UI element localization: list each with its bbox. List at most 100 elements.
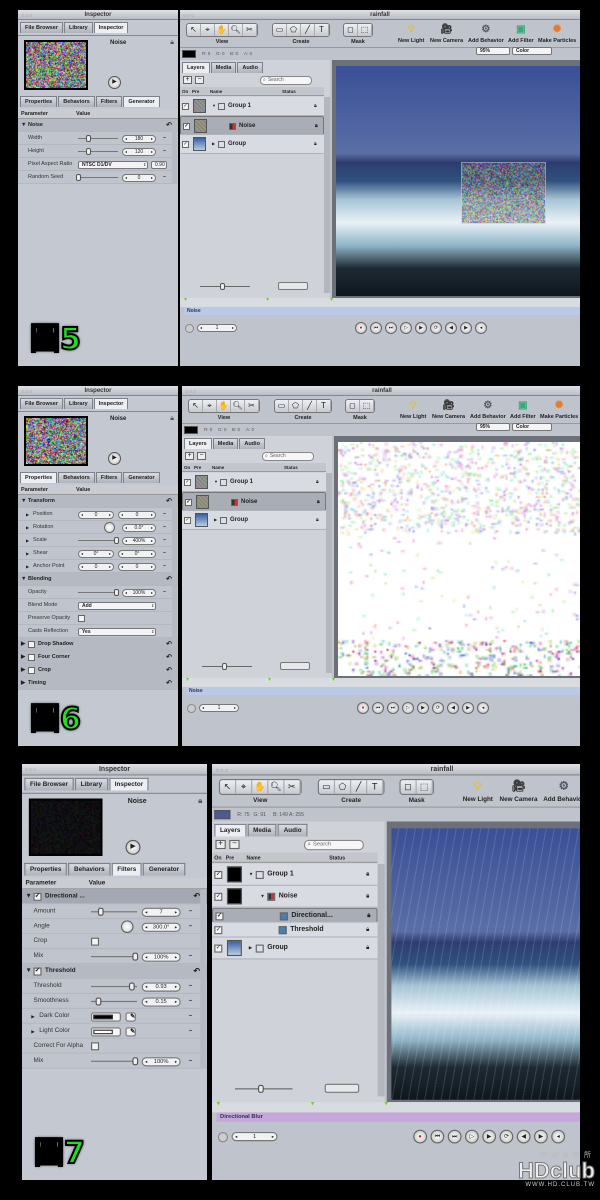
play-button[interactable]: ▶ xyxy=(417,702,429,714)
tab-library[interactable]: Library xyxy=(64,22,93,33)
decrement-arrow[interactable]: ◂ xyxy=(200,325,202,331)
decrement-arrow[interactable]: ◂ xyxy=(145,924,147,931)
frame-field[interactable]: ◂ 1 ▸ xyxy=(232,1132,278,1141)
increment-arrow[interactable]: ▸ xyxy=(109,551,111,557)
lock-icon[interactable]: 🔒︎ xyxy=(316,479,319,485)
lock-icon[interactable]: 🔒︎ xyxy=(170,415,174,423)
transform-tool-icon[interactable]: ⌖ xyxy=(236,780,252,794)
text-tool-icon[interactable]: T xyxy=(317,400,331,412)
play-from-start-button[interactable]: ▷ xyxy=(400,322,412,334)
add-behavior-button[interactable]: ⚙Add Behavior xyxy=(543,778,580,803)
layer-row-directional-[interactable]: ✓ Directional... 🔒︎ xyxy=(212,908,378,923)
subtab-behaviors[interactable]: Behaviors xyxy=(58,96,95,107)
line-tool-icon[interactable]: ╱ xyxy=(301,24,315,36)
angle-dial[interactable] xyxy=(121,920,134,933)
increment-arrow[interactable]: ▸ xyxy=(151,551,153,557)
rectangle-tool-icon[interactable]: ▭ xyxy=(319,780,335,794)
param-row-noise[interactable]: ▼ ↶ Noise xyxy=(18,119,178,132)
layer-enabled-checkbox[interactable]: ✓ xyxy=(185,499,192,506)
layer-size-knob[interactable] xyxy=(222,663,227,670)
layer-row-noise[interactable]: ✓ Noise 🔒︎ xyxy=(182,492,326,511)
window-controls[interactable]: ○○○ xyxy=(21,389,33,395)
subtab-generator[interactable]: Generator xyxy=(123,96,159,107)
bezier-mask-tool-icon[interactable]: ⬚ xyxy=(360,400,374,412)
text-tool-icon[interactable]: T xyxy=(315,24,329,36)
layers-scrollbar[interactable] xyxy=(324,97,330,293)
add-filter-button[interactable]: ▣ Add Filter xyxy=(510,398,536,420)
aspect-value-field[interactable]: 0.90 xyxy=(151,161,167,169)
disclosure-triangle[interactable]: ▼ xyxy=(25,964,31,979)
bezier-mask-tool-icon[interactable]: ⬚ xyxy=(417,780,433,794)
layer-row-group[interactable]: ✓ ▶ Group 🔒︎ xyxy=(182,511,326,530)
disclosure-triangle[interactable]: ▶ xyxy=(26,547,29,560)
remove-layer-button[interactable]: − xyxy=(195,76,204,84)
lock-icon[interactable]: 🔒︎ xyxy=(366,926,369,933)
marker-icon[interactable]: ▾ xyxy=(266,296,269,303)
layers-search-input[interactable]: ⌕ Search xyxy=(260,76,312,85)
field-value[interactable]: 0 xyxy=(95,564,98,570)
lock-icon[interactable]: 🔒︎ xyxy=(367,912,370,919)
value-field[interactable]: ◂ 0 ▸ xyxy=(122,174,156,182)
field-value[interactable]: 1 xyxy=(216,325,219,331)
slider-track[interactable] xyxy=(78,177,118,178)
disclosure-triangle[interactable]: ▼ xyxy=(25,889,31,904)
keyframe-minus[interactable]: – xyxy=(189,1009,193,1024)
decrement-arrow[interactable]: ◂ xyxy=(81,564,83,570)
disclosure-triangle[interactable]: ▼ xyxy=(249,870,254,876)
channel-dropdown[interactable]: Color xyxy=(512,47,552,55)
layer-size-knob[interactable] xyxy=(220,283,225,290)
record-button[interactable]: ● xyxy=(355,322,367,334)
layer-enabled-checkbox[interactable]: ✓ xyxy=(182,103,189,110)
layer-view-buttons[interactable] xyxy=(325,1083,360,1092)
dropdown[interactable]: NTSC D1/DV xyxy=(78,161,148,169)
layer-row-threshold[interactable]: ✓ Threshold 🔒︎ xyxy=(212,923,378,938)
increment-arrow[interactable]: ▸ xyxy=(151,136,153,142)
decrement-arrow[interactable]: ◂ xyxy=(125,525,127,531)
tab-media[interactable]: Media xyxy=(247,824,276,837)
field-value[interactable]: 120 xyxy=(135,149,143,155)
go-to-end-button[interactable]: ⏭ xyxy=(385,322,397,334)
param-row-crop[interactable]: ▶ ↶ Crop xyxy=(18,664,178,677)
subtab-filters[interactable]: Filters xyxy=(96,472,123,483)
select-tool-icon[interactable]: ↖ xyxy=(189,400,203,412)
go-to-start-button[interactable]: ⏮ xyxy=(370,322,382,334)
enable-checkbox[interactable] xyxy=(28,641,35,648)
increment-arrow[interactable]: ▸ xyxy=(151,590,153,596)
decrement-arrow[interactable]: ◂ xyxy=(145,954,147,961)
field-value[interactable]: 0° xyxy=(94,551,99,557)
decrement-arrow[interactable]: ◂ xyxy=(125,149,127,155)
timeline-layer-bar[interactable]: Noise xyxy=(186,687,580,695)
decrement-arrow[interactable]: ◂ xyxy=(235,1133,237,1140)
value-field-y[interactable]: ◂ 0 ▸ xyxy=(118,563,156,571)
enable-checkbox[interactable] xyxy=(28,667,35,674)
layer-row-group[interactable]: ✓ ▶ Group 🔒︎ xyxy=(180,135,324,154)
new-camera-button[interactable]: 🎥︎ New Camera xyxy=(500,778,538,803)
increment-arrow[interactable]: ▸ xyxy=(151,512,153,518)
play-from-start-button[interactable]: ▷ xyxy=(465,1129,479,1143)
increment-arrow[interactable]: ▸ xyxy=(175,909,177,916)
keyframe-minus[interactable]: – xyxy=(163,171,166,184)
adjust-tool-icon[interactable]: ✂ xyxy=(245,400,259,412)
dropdown[interactable]: Add xyxy=(78,602,156,610)
subtab-properties[interactable]: Properties xyxy=(24,863,67,876)
field-value[interactable]: 0.15 xyxy=(156,999,167,1006)
field-value[interactable]: 7 xyxy=(160,909,163,916)
subtab-behaviors[interactable]: Behaviors xyxy=(68,863,110,876)
pan-tool-icon[interactable]: ✋ xyxy=(215,24,229,36)
rect-mask-tool-icon[interactable]: ◻ xyxy=(346,400,360,412)
increment-arrow[interactable]: ▸ xyxy=(175,924,177,931)
layer-view-buttons[interactable] xyxy=(278,282,308,290)
lock-icon[interactable]: 🔒︎ xyxy=(366,944,369,951)
add-layer-button[interactable]: + xyxy=(185,452,194,460)
tab-layers[interactable]: Layers xyxy=(184,438,212,449)
decrement-arrow[interactable]: ◂ xyxy=(81,551,83,557)
field-value[interactable]: 0 xyxy=(138,175,141,181)
slider-knob[interactable] xyxy=(76,174,81,181)
disclosure-triangle[interactable]: ▶ xyxy=(26,508,29,521)
frame-jog-icon[interactable] xyxy=(218,1132,228,1142)
field-value[interactable]: 180 xyxy=(135,136,143,142)
noise-layer[interactable] xyxy=(338,442,580,676)
keyframe-minus[interactable]: – xyxy=(163,534,166,547)
layer-row-noise[interactable]: ✓ ▼ Noise 🔒︎ xyxy=(212,886,378,908)
frame-jog-icon[interactable] xyxy=(185,324,194,333)
